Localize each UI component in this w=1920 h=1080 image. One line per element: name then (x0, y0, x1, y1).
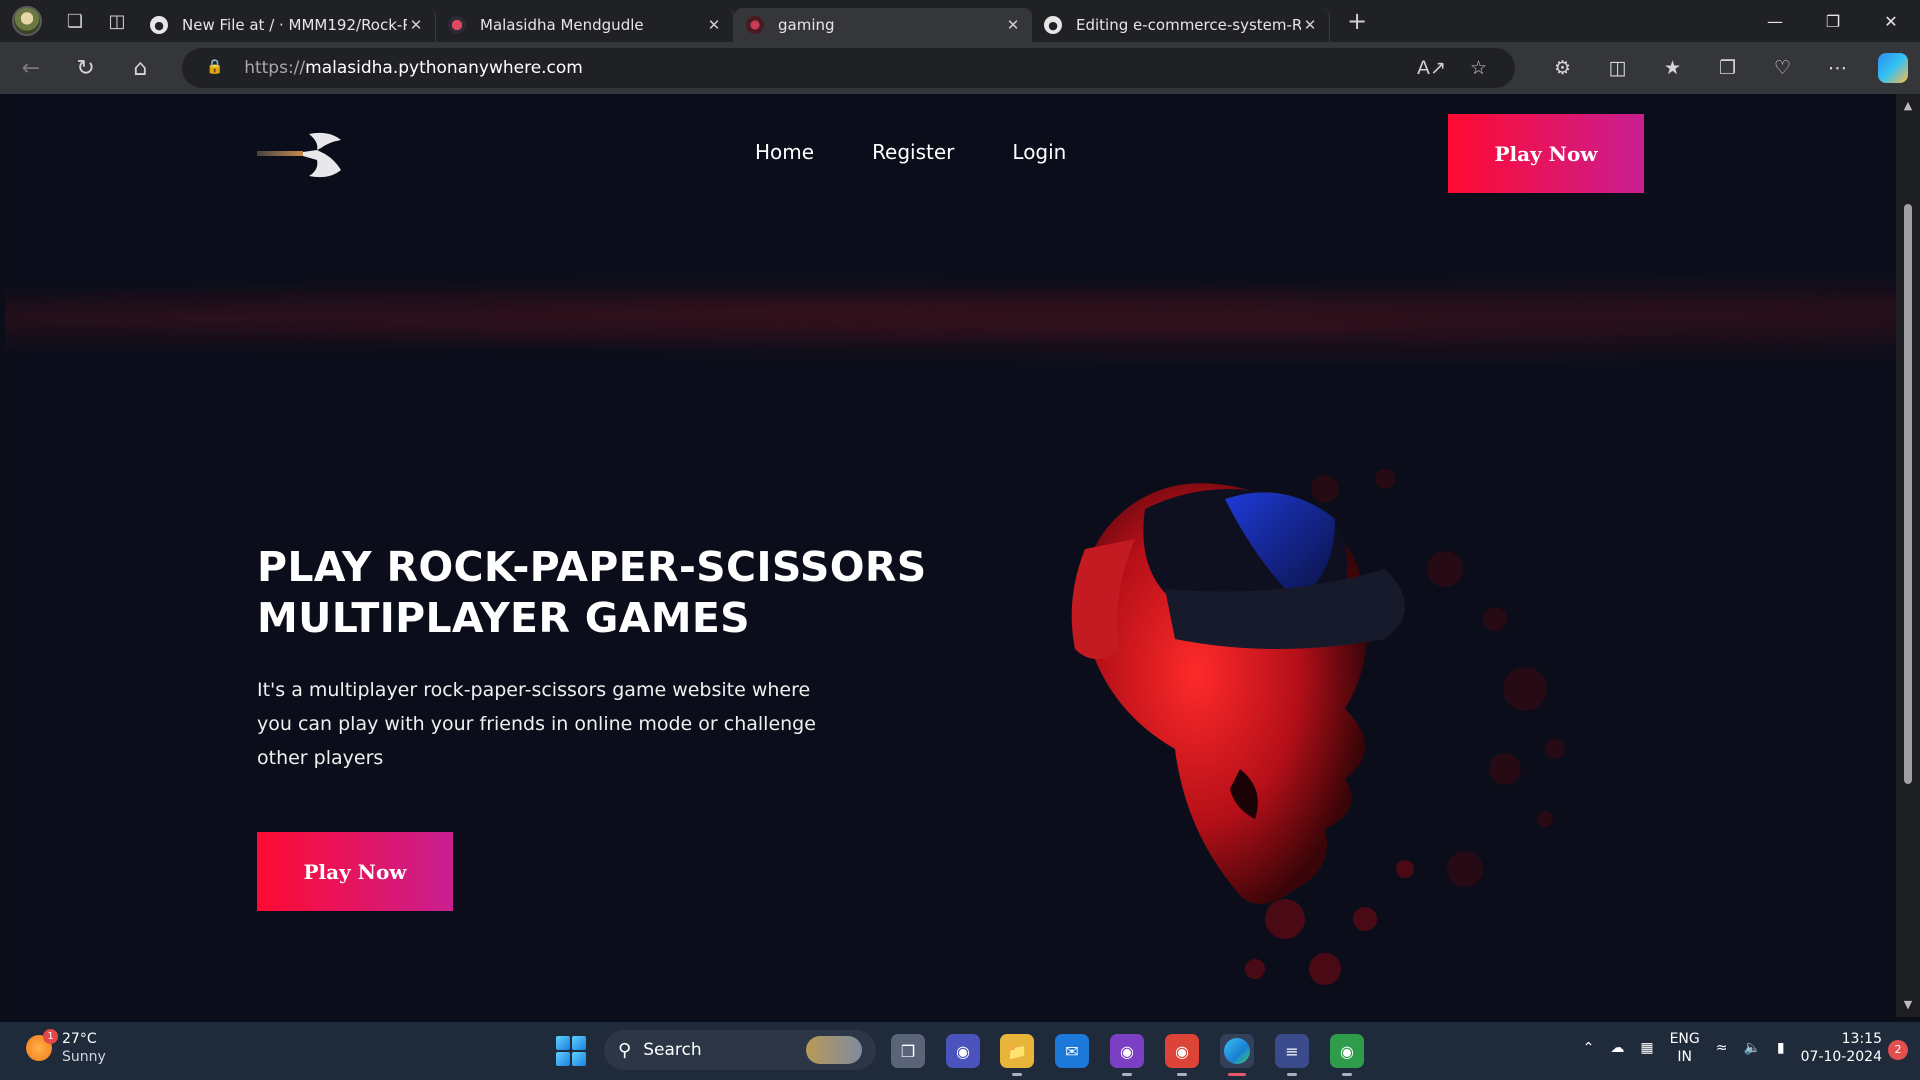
close-tab-icon[interactable]: ✕ (1004, 16, 1022, 34)
lock-icon[interactable]: 🔒 (206, 59, 224, 77)
chrome-profile-icon[interactable]: ◉ (1165, 1034, 1199, 1076)
tab-title: New File at / · MMM192/Rock-Pa (182, 16, 407, 34)
tab-title: Editing e-commerce-system-Rest (1076, 16, 1301, 34)
onedrive-icon[interactable]: ☁ (1610, 1040, 1624, 1056)
weather-badge: 1 (43, 1029, 58, 1044)
chrome-icon[interactable]: ◉ (1330, 1034, 1364, 1076)
profile-site-icon (448, 16, 466, 34)
more-options-icon[interactable]: ⋯ (1810, 48, 1865, 88)
back-arrow-icon[interactable]: ← (7, 48, 55, 88)
task-view-icon[interactable]: ❐ (891, 1034, 925, 1068)
github-icon: ● (150, 16, 168, 34)
weather-temperature: 27°C (62, 1031, 97, 1047)
region-code: IN (1677, 1049, 1692, 1065)
browser-essentials-icon[interactable]: ♡ (1755, 48, 1810, 88)
windows-taskbar: 1 27°C Sunny ⚲ Search ❐ ◉ 📁 ✉ ◉ ◉ ≡ ◉ ⌃ … (0, 1022, 1920, 1080)
refresh-icon[interactable]: ↻ (62, 48, 110, 88)
decorative-red-noise-band (5, 274, 1896, 364)
github-desktop-icon[interactable]: ◉ (1110, 1034, 1144, 1076)
close-tab-icon[interactable]: ✕ (705, 16, 723, 34)
read-aloud-icon[interactable]: A↗ (1417, 57, 1446, 79)
browser-toolbar: ← ↻ ⌂ 🔒 https://malasidha.pythonanywhere… (0, 42, 1920, 94)
page-viewport: Home Register Login Play Now PLAY ROCK-P… (5, 94, 1896, 1017)
battery-icon[interactable]: ▮ (1777, 1040, 1785, 1056)
sunny-weather-icon: 1 (26, 1029, 58, 1061)
tab-title: gaming (778, 16, 835, 34)
tab-github-new-file[interactable]: ● New File at / · MMM192/Rock-Pa ✕ (138, 8, 436, 42)
github-icon: ● (1044, 16, 1062, 34)
weather-widget[interactable]: 1 27°C Sunny (26, 1029, 106, 1066)
notification-badge[interactable]: 2 (1888, 1040, 1908, 1060)
teams-icon[interactable]: ◉ (946, 1034, 980, 1068)
main-nav: Home Register Login (755, 140, 1066, 164)
language-indicator[interactable]: ENG IN (1670, 1030, 1700, 1066)
hero-play-now-button[interactable]: Play Now (257, 832, 453, 911)
header-play-now-button[interactable]: Play Now (1448, 114, 1644, 193)
search-highlight-image (806, 1036, 862, 1064)
app-icon[interactable]: ≡ (1275, 1034, 1309, 1076)
search-icon: ⚲ (618, 1039, 632, 1061)
favorites-icon[interactable]: ★ (1645, 48, 1700, 88)
windows-start-icon[interactable] (556, 1036, 586, 1066)
weather-description: Sunny (62, 1049, 106, 1065)
split-screen-icon[interactable]: ◫ (1590, 48, 1645, 88)
collections-icon[interactable]: ❐ (1700, 48, 1755, 88)
app-tray-icon[interactable]: ▦ (1640, 1040, 1653, 1056)
nav-register-link[interactable]: Register (872, 140, 954, 164)
page-scrollbar[interactable]: ▲ ▼ (1896, 94, 1920, 1017)
scroll-up-arrow-icon[interactable]: ▲ (1902, 100, 1914, 112)
nav-home-link[interactable]: Home (755, 140, 814, 164)
favorite-star-icon[interactable]: ☆ (1470, 57, 1487, 79)
nav-login-link[interactable]: Login (1012, 140, 1066, 164)
close-tab-icon[interactable]: ✕ (407, 16, 425, 34)
browser-tab-strip: ❏ ◫ ● New File at / · MMM192/Rock-Pa ✕ M… (0, 0, 1920, 42)
scrollbar-thumb[interactable] (1904, 204, 1912, 784)
clock[interactable]: 13:15 07-10-2024 (1801, 1030, 1882, 1066)
system-tray: ⌃ ☁ ▦ ENG IN ≈ 🔈 ▮ 13:15 07-10-2024 (1583, 1030, 1882, 1066)
speaker-muted-icon[interactable]: 🔈 (1743, 1040, 1760, 1056)
file-explorer-icon[interactable]: 📁 (1000, 1034, 1034, 1076)
copilot-icon[interactable] (1865, 48, 1920, 88)
date: 07-10-2024 (1800, 1049, 1882, 1065)
wifi-icon[interactable]: ≈ (1716, 1040, 1728, 1056)
vertical-tabs-icon[interactable]: ◫ (96, 0, 138, 42)
address-bar[interactable]: 🔒 https://malasidha.pythonanywhere.com A… (182, 48, 1515, 88)
new-tab-button[interactable]: + (1336, 7, 1378, 35)
language-code: ENG (1669, 1031, 1700, 1047)
taskbar-search[interactable]: ⚲ Search (604, 1030, 876, 1070)
hero-title-line-2: MULTIPLAYER GAMES (257, 594, 750, 642)
extensions-icon[interactable]: ⚙ (1535, 48, 1590, 88)
window-controls: — ❐ ✕ (1746, 0, 1920, 42)
show-hidden-icons-chevron-icon[interactable]: ⌃ (1583, 1040, 1595, 1056)
tab-github-editing[interactable]: ● Editing e-commerce-system-Rest ✕ (1032, 8, 1330, 42)
time: 13:15 (1841, 1031, 1882, 1047)
tab-gaming[interactable]: gaming ✕ (734, 8, 1032, 42)
workspaces-icon[interactable]: ❏ (54, 0, 96, 42)
profile-avatar[interactable] (12, 6, 42, 36)
site-logo-icon[interactable] (257, 130, 347, 180)
search-label: Search (643, 1040, 702, 1060)
gaming-site-icon (746, 16, 764, 34)
tab-malasidha[interactable]: Malasidha Mendgudle ✕ (436, 8, 734, 42)
hero-description: It's a multiplayer rock-paper-scissors g… (257, 679, 816, 769)
vr-headset-person-image (1071, 469, 1565, 985)
close-tab-icon[interactable]: ✕ (1301, 16, 1319, 34)
restore-icon[interactable]: ❐ (1804, 0, 1862, 42)
hero-title: PLAY ROCK-PAPER-SCISSORS MULTIPLAYER GAM… (257, 542, 1017, 644)
tab-title: Malasidha Mendgudle (480, 16, 644, 34)
scroll-down-arrow-icon[interactable]: ▼ (1902, 999, 1914, 1011)
mail-icon[interactable]: ✉ (1055, 1034, 1089, 1068)
close-window-icon[interactable]: ✕ (1862, 0, 1920, 42)
hero-title-line-1: PLAY ROCK-PAPER-SCISSORS (257, 543, 927, 591)
home-icon[interactable]: ⌂ (116, 48, 164, 88)
minimize-icon[interactable]: — (1746, 0, 1804, 42)
url-text[interactable]: https://malasidha.pythonanywhere.com (244, 58, 1417, 78)
edge-browser-icon[interactable] (1220, 1034, 1254, 1076)
